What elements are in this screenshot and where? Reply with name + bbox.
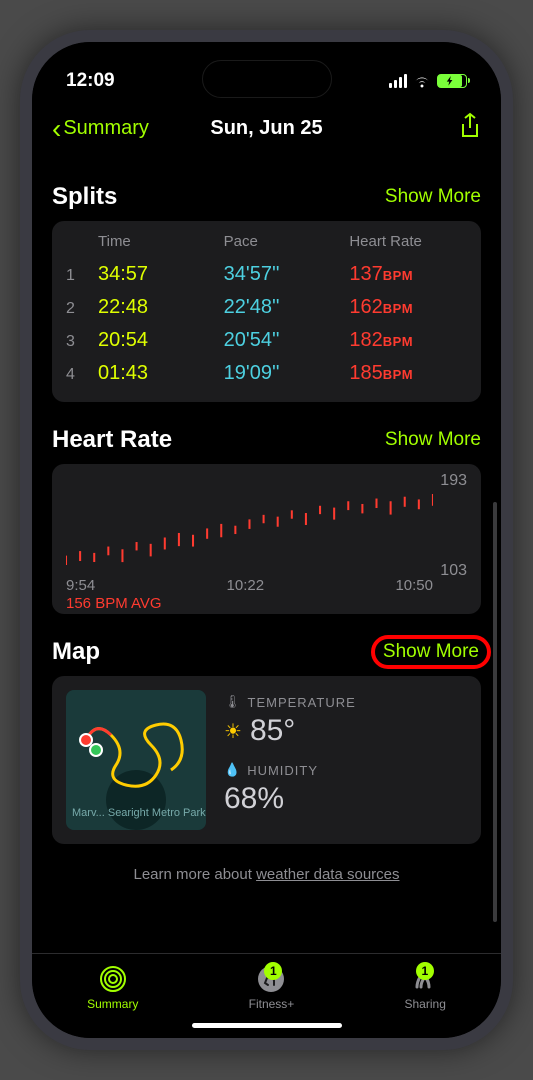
thermometer-icon: 🌡: [224, 694, 242, 710]
humidity-icon: 💧: [224, 762, 241, 778]
map-show-more-button[interactable]: Show More: [371, 635, 491, 669]
weather-footer-note: Learn more about weather data sources: [52, 866, 481, 883]
tab-bar: Summary 1 Fitness+ 1 Sharing: [32, 953, 501, 1017]
col-time: Time: [98, 233, 216, 250]
share-button[interactable]: [459, 112, 481, 145]
sun-icon: ☀: [224, 719, 242, 744]
splits-show-more-button[interactable]: Show More: [385, 186, 481, 208]
map-park-label: Marv... Searight Metro Park: [72, 807, 206, 820]
battery-icon: [437, 74, 467, 88]
splits-section: Splits Show More Time Pace Heart Rate 1 …: [52, 183, 481, 402]
map-card[interactable]: Marv... Searight Metro Park 🌡 TEMPERATUR…: [52, 676, 481, 844]
heart-rate-section: Heart Rate Show More 193 103 9:54 10:22 …: [52, 426, 481, 614]
splits-card: Time Pace Heart Rate 1 34:57 34'57'' 137…: [52, 221, 481, 402]
chevron-left-icon: ‹: [52, 113, 61, 145]
heart-rate-card[interactable]: 193 103 9:54 10:22 10:50 156 BPM AVG: [52, 464, 481, 614]
hr-max-label: 193: [440, 472, 467, 490]
sharing-badge: 1: [416, 962, 434, 980]
nav-bar: ‹ Summary Sun, Jun 25: [32, 98, 501, 159]
weather-info: 🌡 TEMPERATURE ☀ 85° 💧 HUMIDITY 68%: [224, 690, 467, 830]
page-title: Sun, Jun 25: [210, 117, 322, 140]
hr-avg-label: 156 BPM AVG: [66, 595, 162, 612]
table-row: 2 22:48 22'48'' 162BPM: [66, 291, 467, 324]
table-row: 1 34:57 34'57'' 137BPM: [66, 258, 467, 291]
temperature-label: 🌡 TEMPERATURE: [224, 694, 467, 710]
scroll-indicator[interactable]: [493, 502, 497, 922]
weather-sources-link[interactable]: weather data sources: [256, 866, 399, 883]
wifi-icon: [413, 74, 431, 88]
heart-rate-show-more-button[interactable]: Show More: [385, 429, 481, 451]
tab-sharing[interactable]: 1 Sharing: [405, 964, 446, 1011]
hr-min-label: 103: [440, 562, 467, 580]
status-time: 12:09: [66, 70, 115, 92]
table-row: 3 20:54 20'54'' 182BPM: [66, 324, 467, 357]
temperature-value: 85°: [250, 714, 295, 748]
map-thumbnail[interactable]: Marv... Searight Metro Park: [66, 690, 206, 830]
humidity-label: 💧 HUMIDITY: [224, 762, 467, 778]
tab-fitness[interactable]: 1 Fitness+: [249, 964, 295, 1011]
humidity-value: 68%: [224, 782, 284, 816]
home-indicator[interactable]: [192, 1023, 342, 1028]
map-section: Map Show More Marv... Searight Me: [52, 638, 481, 844]
col-hr: Heart Rate: [349, 233, 467, 250]
tab-summary[interactable]: Summary: [87, 964, 138, 1011]
map-title: Map: [52, 638, 100, 666]
signal-icon: [389, 74, 407, 88]
col-pace: Pace: [224, 233, 342, 250]
splits-title: Splits: [52, 183, 117, 211]
heart-rate-title: Heart Rate: [52, 426, 172, 454]
back-button[interactable]: ‹ Summary: [52, 113, 149, 145]
heart-rate-chart: [66, 494, 433, 576]
back-label: Summary: [63, 117, 149, 140]
rings-icon: [98, 964, 128, 994]
dynamic-island: [202, 60, 332, 98]
table-row: 4 01:43 19'09'' 185BPM: [66, 357, 467, 390]
